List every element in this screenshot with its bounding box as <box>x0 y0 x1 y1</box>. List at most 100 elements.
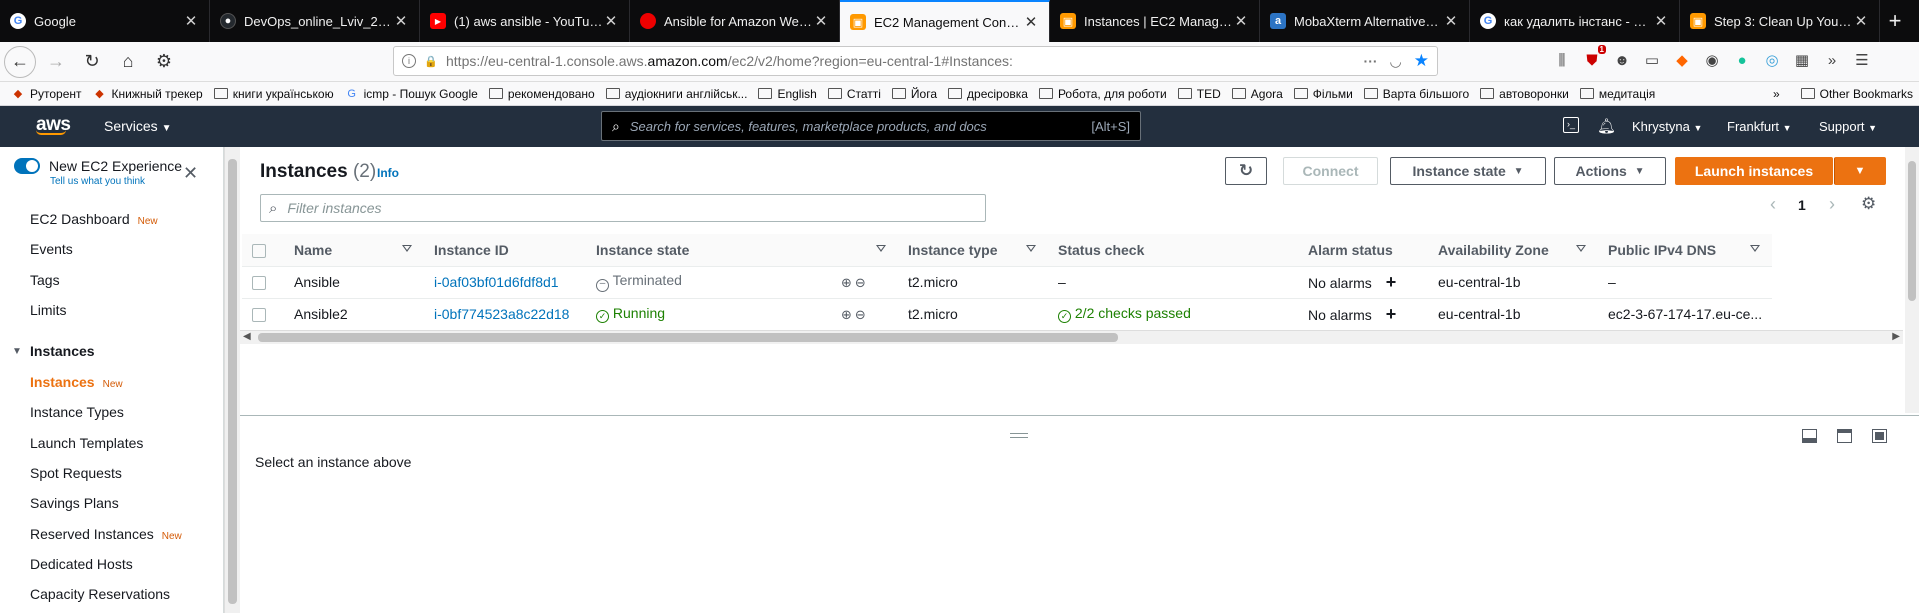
close-tab-icon[interactable]: ✕ <box>393 12 409 30</box>
close-tab-icon[interactable]: ✕ <box>813 12 829 30</box>
browser-tab[interactable]: Ansible for Amazon Web Se ✕ <box>630 0 840 42</box>
close-tab-icon[interactable]: ✕ <box>183 12 199 30</box>
browser-tab[interactable]: Gкак удалить інстанс - Пошу ✕ <box>1470 0 1680 42</box>
info-link[interactable]: Info <box>377 166 399 180</box>
preferences-gear-icon[interactable]: ⚙ <box>1861 194 1876 214</box>
zoom-out-icon[interactable]: ⊖ <box>855 275 866 291</box>
panel-layout-hide-icon[interactable] <box>1872 429 1887 443</box>
extension-icon[interactable]: ☻ <box>1612 48 1632 72</box>
add-alarm-plus-icon[interactable]: + <box>1386 304 1397 324</box>
sidebar-item[interactable]: Reserved Instances New <box>30 526 182 542</box>
panel-layout-bottom-icon[interactable] <box>1802 429 1817 443</box>
forward-arrow-icon[interactable]: → <box>40 46 72 78</box>
bookmark-item[interactable]: ◆ Рутор‌ент <box>11 87 82 101</box>
url-text[interactable]: https://eu-central-1.console.aws.amazon.… <box>446 53 1364 69</box>
select-all-checkbox[interactable] <box>252 243 266 258</box>
close-tab-icon[interactable]: ✕ <box>1233 12 1249 30</box>
home-icon[interactable]: ⌂ <box>112 46 144 78</box>
column-header-public-dns[interactable]: Public IPv4 DNS <box>1598 234 1773 267</box>
column-header-availability-zone[interactable]: Availability Zone <box>1428 234 1598 267</box>
panel-layout-side-icon[interactable] <box>1837 429 1852 443</box>
close-tab-icon[interactable]: ✕ <box>1443 12 1459 30</box>
browser-tab-active[interactable]: ▣ EC2 Management Console ✕ <box>840 0 1050 42</box>
instance-id-link[interactable]: i-0bf774523a8c22d18 <box>434 306 569 322</box>
account-icon[interactable]: ◉ <box>1702 48 1722 72</box>
next-page-icon[interactable]: › <box>1829 194 1835 215</box>
browser-tab[interactable]: a MobaXterm Alternatives for ✕ <box>1260 0 1470 42</box>
table-horizontal-scrollbar[interactable]: ◀ ▶ <box>240 330 1903 344</box>
sidebar-item[interactable]: Tags <box>30 272 60 288</box>
sort-icon[interactable] <box>876 245 886 252</box>
browser-tab[interactable]: ▣ Instances | EC2 Managemen✕ <box>1050 0 1260 42</box>
overflow-menu-icon[interactable]: » <box>1822 48 1842 72</box>
sidebar-item[interactable]: Savings Plans <box>30 495 119 511</box>
sidebar-item[interactable]: Dedicated Hosts <box>30 556 133 572</box>
bookmark-item[interactable]: ◆ Книжный трекер <box>93 87 202 101</box>
bookmark-item[interactable]: Варта більшого <box>1363 87 1469 101</box>
notifications-bell-icon[interactable]: 🔔︎ <box>1597 117 1616 135</box>
bookmark-item[interactable]: дресіровка <box>948 87 1028 101</box>
address-bar[interactable]: i 🔒 https://eu-central-1.console.aws.ama… <box>393 46 1438 76</box>
browser-tab[interactable]: ▶ (1) aws ansible - YouTube ✕ <box>420 0 630 42</box>
sort-icon[interactable] <box>1576 245 1586 252</box>
column-header-instance-id[interactable]: Instance ID <box>424 234 586 267</box>
sidebar-item[interactable]: Instances New <box>30 374 123 390</box>
browser-tab[interactable]: ▣ Step 3: Clean Up Your Amaz✕ <box>1680 0 1880 42</box>
scroll-left-icon[interactable]: ◀ <box>243 331 251 342</box>
scroll-right-icon[interactable]: ▶ <box>1892 331 1900 342</box>
sidebar-scrollbar[interactable] <box>224 147 240 613</box>
selenium-icon[interactable]: ▦ <box>1792 48 1812 72</box>
extension-orange-icon[interactable]: ◆ <box>1672 48 1692 72</box>
page-number[interactable]: 1 <box>1798 197 1806 213</box>
scrollbar-thumb[interactable] <box>258 333 1118 342</box>
bookmark-item[interactable]: аудіокниги англійськ... <box>605 87 747 101</box>
ublock-icon[interactable]: ⛊ 1 <box>1582 45 1606 72</box>
pocket-icon[interactable]: ◡ <box>1390 53 1402 70</box>
page-actions-icon[interactable]: ··· <box>1364 53 1378 69</box>
actions-button[interactable]: Actions ▼ <box>1554 157 1666 185</box>
bookmark-item[interactable]: книги українською <box>213 87 334 101</box>
bookmark-item[interactable]: Статті <box>827 87 881 101</box>
close-icon[interactable]: ✕ <box>183 163 198 184</box>
close-tab-icon[interactable]: ✕ <box>1023 13 1039 31</box>
reload-icon[interactable]: ↻ <box>76 46 108 78</box>
connect-button[interactable]: Connect <box>1283 157 1378 185</box>
bookmark-item[interactable]: Gicmp - Пошук Google <box>345 87 478 101</box>
section-caret-icon[interactable]: ▼ <box>12 346 22 357</box>
bookmark-item[interactable]: Йога <box>891 87 937 101</box>
row-checkbox[interactable] <box>252 308 266 323</box>
row-checkbox[interactable] <box>252 276 266 291</box>
column-header-instance-state[interactable]: Instance state <box>586 234 898 267</box>
sort-icon[interactable] <box>1750 245 1761 252</box>
browser-tab[interactable]: G Google ✕ <box>0 0 210 42</box>
row-select-cell[interactable] <box>242 266 284 299</box>
bookmark-item[interactable]: медитація <box>1579 87 1655 101</box>
zoom-out-icon[interactable]: ⊖ <box>855 307 866 323</box>
grammarly-icon[interactable]: ● <box>1732 48 1752 72</box>
sidebar-item[interactable]: Limits <box>30 302 67 318</box>
support-menu[interactable]: Support ▼ <box>1819 119 1877 134</box>
extension-circle-icon[interactable]: ◎ <box>1762 48 1782 72</box>
row-select-cell[interactable] <box>242 298 284 331</box>
bookmark-item[interactable]: Робота, для роботи <box>1038 87 1167 101</box>
back-arrow-icon[interactable]: ← <box>4 45 36 78</box>
bookmark-item[interactable]: автоворонки <box>1480 87 1569 101</box>
lock-icon[interactable]: 🔒 <box>424 55 438 68</box>
cloudshell-icon[interactable]: ›_ <box>1563 117 1579 133</box>
sort-icon[interactable] <box>402 245 412 252</box>
zoom-in-icon[interactable]: ⊕ <box>841 275 852 291</box>
instance-state-button[interactable]: Instance state ▼ <box>1390 157 1546 185</box>
sort-icon[interactable] <box>1026 245 1036 252</box>
refresh-button[interactable]: ↻ <box>1225 157 1267 185</box>
column-header-instance-type[interactable]: Instance type <box>898 234 1048 267</box>
sidebar-item[interactable]: Instance Types <box>30 404 124 420</box>
sidebar-item[interactable]: EC2 Dashboard New <box>30 211 158 227</box>
library-icon[interactable]: ⫼ <box>1552 48 1572 72</box>
global-search-input[interactable]: ⌕ Search for services, features, marketp… <box>601 111 1141 141</box>
bookmark-item[interactable]: Agora <box>1231 87 1283 101</box>
new-tab-button[interactable]: + <box>1880 0 1910 42</box>
column-header-status-check[interactable]: Status check <box>1048 234 1298 267</box>
other-bookmarks[interactable]: Other Bookmarks <box>1800 87 1913 101</box>
column-header-alarm-status[interactable]: Alarm status <box>1298 234 1428 267</box>
browser-tab[interactable]: ● DevOps_online_Lviv_2021Q2✕ <box>210 0 420 42</box>
